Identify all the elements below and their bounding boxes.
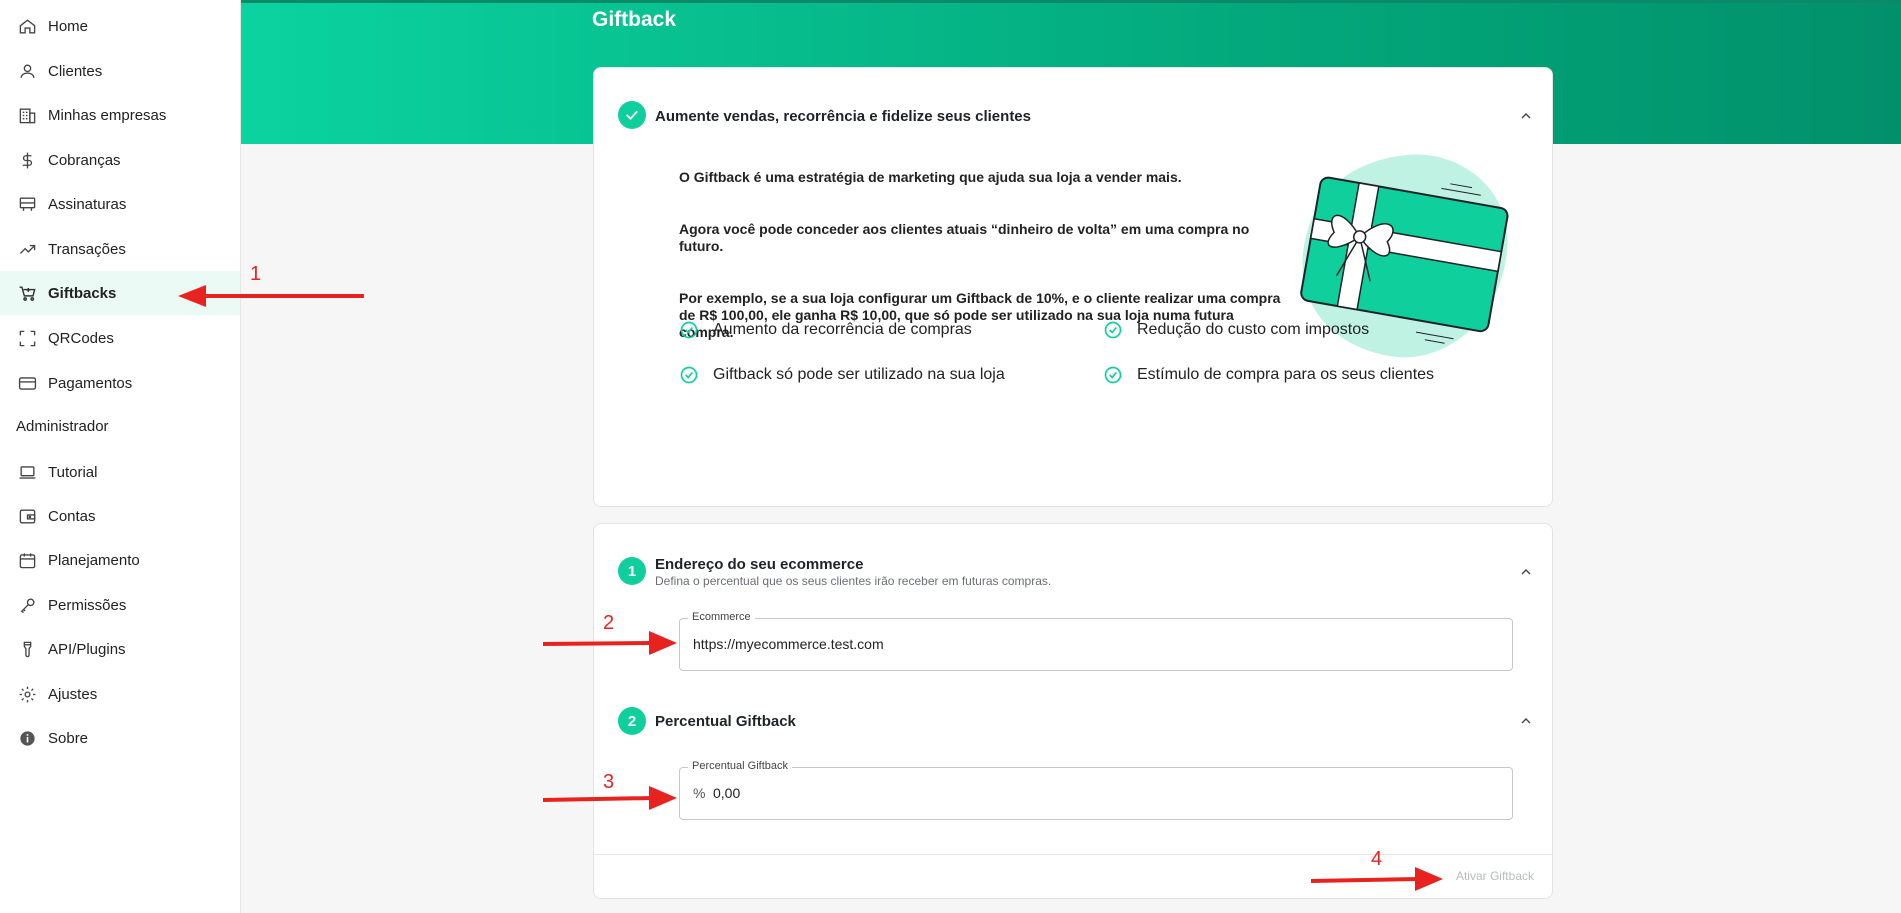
- sidebar-item-clientes[interactable]: Clientes: [0, 49, 240, 93]
- sidebar-item-label: Giftbacks: [48, 284, 117, 302]
- subscription-icon: [17, 194, 37, 214]
- gear-icon: [17, 684, 37, 704]
- laptop-icon: [17, 462, 37, 482]
- benefit-item: Redução do custo com impostos: [1103, 320, 1369, 340]
- sidebar-item-label: QRCodes: [48, 329, 114, 347]
- ecommerce-field[interactable]: Ecommerce https://myecommerce.test.com: [679, 611, 1513, 671]
- step2-title: Percentual Giftback: [655, 713, 796, 730]
- benefit-label: Redução do custo com impostos: [1137, 321, 1370, 338]
- sidebar-item-label: Transações: [48, 240, 126, 258]
- sidebar-item-label: Sobre: [48, 729, 89, 747]
- dollar-icon: [17, 150, 37, 170]
- wallet-icon: [17, 506, 37, 526]
- sidebar-item-api-plugins[interactable]: API/Plugins: [0, 627, 240, 671]
- check-circle-icon: [1104, 366, 1122, 384]
- building-icon: [17, 105, 37, 125]
- step-number: 1: [618, 557, 646, 585]
- sidebar-item-pagamentos[interactable]: Pagamentos: [0, 361, 240, 405]
- sidebar-item-label: Assinaturas: [48, 195, 127, 213]
- sidebar-item-assinaturas[interactable]: Assinaturas: [0, 182, 240, 226]
- benefit-label: Aumento da recorrência de compras: [713, 321, 972, 338]
- chevron-up-icon[interactable]: [1518, 108, 1534, 124]
- sidebar-item-ajustes[interactable]: Ajustes: [0, 672, 240, 716]
- step1-subtitle: Defina o percentual que os seus clientes…: [655, 574, 1052, 588]
- intro-paragraph: O Giftback é uma estratégia de marketing…: [679, 169, 1182, 185]
- sidebar-item-qrcodes[interactable]: QRCodes: [0, 316, 240, 360]
- sidebar: Home Clientes Minhas empresas Cobranças …: [0, 0, 241, 913]
- intro-card: Aumente vendas, recorrência e fidelize s…: [593, 67, 1553, 507]
- sidebar-item-transacoes[interactable]: Transações: [0, 227, 240, 271]
- sidebar-item-label: Tutorial: [48, 463, 98, 481]
- sidebar-item-label: Minhas empresas: [48, 106, 167, 124]
- sidebar-item-label: Clientes: [48, 62, 103, 80]
- key-icon: [17, 595, 37, 615]
- sidebar-item-contas[interactable]: Contas: [0, 494, 240, 538]
- sidebar-item-label: Ajustes: [48, 685, 98, 703]
- sidebar-item-cobrancas[interactable]: Cobranças: [0, 138, 240, 182]
- check-circle-icon: [1104, 321, 1122, 339]
- chevron-up-icon[interactable]: [1518, 713, 1534, 729]
- benefit-item: Estímulo de compra para os seus clientes: [1103, 365, 1434, 385]
- check-circle-icon: [680, 366, 698, 384]
- sidebar-item-label: Permissões: [48, 596, 127, 614]
- percentual-input[interactable]: 0,00: [713, 785, 740, 801]
- trending-icon: [17, 239, 37, 259]
- percentual-field[interactable]: Percentual Giftback % 0,00: [679, 760, 1513, 820]
- annotation-arrow: [1311, 867, 1443, 891]
- sidebar-item-label: Home: [48, 17, 89, 35]
- benefit-item: Giftback só pode ser utilizado na sua lo…: [679, 365, 1005, 385]
- info-icon: [17, 728, 37, 748]
- benefit-label: Estímulo de compra para os seus clientes: [1137, 366, 1435, 383]
- sidebar-item-permissoes[interactable]: Permissões: [0, 583, 240, 627]
- field-label: Percentual Giftback: [688, 760, 792, 772]
- sidebar-item-tutorial[interactable]: Tutorial: [0, 450, 240, 494]
- plug-icon: [17, 639, 37, 659]
- sidebar-item-home[interactable]: Home: [0, 4, 240, 48]
- home-icon: [17, 16, 37, 36]
- field-label: Ecommerce: [688, 611, 755, 623]
- sidebar-item-label: API/Plugins: [48, 640, 126, 658]
- calendar-icon: [17, 550, 37, 570]
- annotation-arrow: [178, 285, 364, 307]
- sidebar-item-label: Planejamento: [48, 551, 140, 569]
- intro-paragraph: Agora você pode conceder aos clientes at…: [679, 221, 1250, 254]
- cart-icon: [17, 283, 37, 303]
- sidebar-item-minhas-empresas[interactable]: Minhas empresas: [0, 93, 240, 137]
- card-footer-divider: [594, 854, 1552, 855]
- step1-title: Endereço do seu ecommerce: [655, 556, 864, 573]
- ecommerce-input[interactable]: https://myecommerce.test.com: [693, 636, 884, 652]
- sidebar-item-label: Contas: [48, 507, 96, 525]
- scan-icon: [17, 328, 37, 348]
- user-icon: [17, 61, 37, 81]
- annotation-arrow: [543, 786, 677, 810]
- annotation-arrow: [543, 631, 677, 655]
- percent-prefix: %: [693, 785, 706, 801]
- intro-title: Aumente vendas, recorrência e fidelize s…: [655, 108, 1031, 125]
- check-circle-icon: [680, 321, 698, 339]
- chevron-up-icon[interactable]: [1518, 564, 1534, 580]
- config-card: 1 Endereço do seu ecommerce Defina o per…: [593, 523, 1553, 899]
- admin-section-label: Administrador: [16, 418, 109, 435]
- sidebar-item-sobre[interactable]: Sobre: [0, 716, 240, 760]
- step-number: 2: [618, 707, 646, 735]
- page-title: Giftback: [592, 8, 677, 31]
- activate-giftback-button[interactable]: Ativar Giftback: [1456, 869, 1534, 883]
- sidebar-item-label: Cobranças: [48, 151, 121, 169]
- benefit-label: Giftback só pode ser utilizado na sua lo…: [713, 366, 1005, 383]
- sidebar-item-label: Pagamentos: [48, 374, 133, 392]
- sidebar-item-planejamento[interactable]: Planejamento: [0, 538, 240, 582]
- benefit-item: Aumento da recorrência de compras: [679, 320, 972, 340]
- check-circle-icon: [618, 101, 646, 129]
- card-icon: [17, 373, 37, 393]
